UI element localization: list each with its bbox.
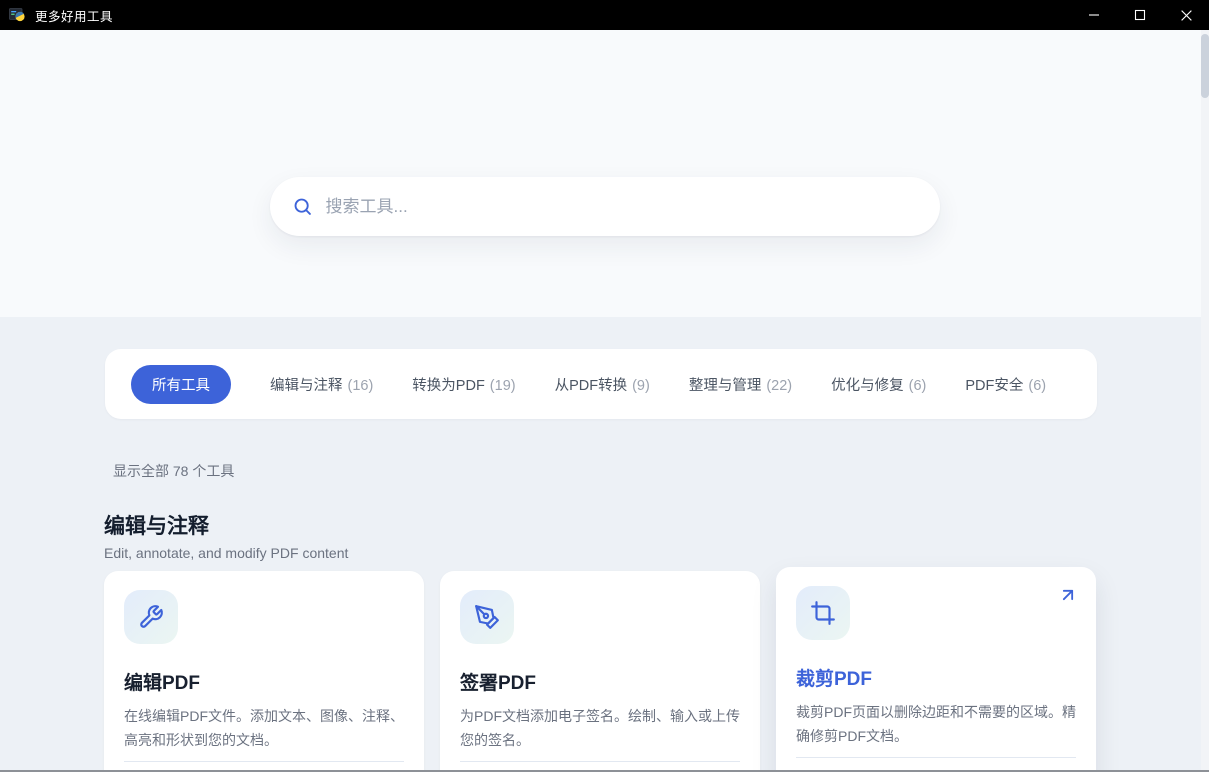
maximize-button[interactable]	[1117, 0, 1163, 30]
close-button[interactable]	[1163, 0, 1209, 30]
tab-count: (19)	[489, 377, 516, 394]
tab-count: (6)	[1028, 377, 1047, 394]
tab-label: PDF安全	[965, 377, 1024, 394]
window-title: 更多好用工具	[35, 9, 114, 24]
tool-card-title: 裁剪PDF	[796, 669, 873, 690]
tab-count: (9)	[632, 377, 650, 394]
tab-count: (22)	[766, 377, 793, 394]
tab-edit-annotate[interactable]: 编辑与注释 (16)	[270, 374, 373, 395]
tab-convert-to-pdf[interactable]: 转换为PDF (19)	[412, 374, 515, 395]
wrench-icon	[124, 590, 178, 644]
tool-card-title: 编辑PDF	[124, 673, 201, 694]
tab-organize-manage[interactable]: 整理与管理 (22)	[689, 374, 792, 395]
results-summary: 显示全部 78 个工具	[113, 463, 235, 479]
tab-count: (16)	[347, 377, 374, 394]
app-python-icon	[9, 7, 26, 23]
minimize-icon	[1089, 14, 1099, 16]
card-divider	[460, 761, 740, 762]
close-icon	[1180, 9, 1192, 21]
tool-card-title: 签署PDF	[460, 673, 537, 694]
tool-card-description: 为PDF文档添加电子签名。绘制、输入或上传您的签名。	[460, 708, 740, 748]
tool-card-edit-pdf[interactable]: 编辑PDF 在线编辑PDF文件。添加文本、图像、注释、高亮和形状到您的文档。	[104, 571, 424, 772]
titlebar: 更多好用工具	[0, 0, 1209, 30]
tab-optimize-repair[interactable]: 优化与修复 (6)	[831, 374, 926, 395]
arrow-up-right-icon	[1058, 585, 1078, 610]
tool-card-description: 在线编辑PDF文件。添加文本、图像、注释、高亮和形状到您的文档。	[124, 708, 404, 748]
scrollbar-thumb[interactable]	[1201, 34, 1209, 98]
tool-card-crop-pdf[interactable]: 裁剪PDF 裁剪PDF页面以删除边距和不需要的区域。精确修剪PDF文档。	[776, 567, 1096, 772]
maximize-icon	[1134, 9, 1146, 21]
tools-grid: 编辑PDF 在线编辑PDF文件。添加文本、图像、注释、高亮和形状到您的文档。 签…	[104, 567, 1209, 772]
hero-section	[0, 30, 1209, 317]
tab-convert-from-pdf[interactable]: 从PDF转换 (9)	[555, 374, 650, 395]
tools-section: 所有工具 编辑与注释 (16) 转换为PDF (19) 从PDF转换 (9) 整理与管…	[0, 317, 1209, 772]
tab-label: 从PDF转换	[554, 377, 628, 394]
tool-card-description: 裁剪PDF页面以删除边距和不需要的区域。精确修剪PDF文档。	[796, 704, 1076, 744]
minimize-button[interactable]	[1071, 0, 1117, 30]
section-title: 编辑与注释	[104, 515, 209, 538]
crop-icon	[796, 586, 850, 640]
search-bar[interactable]	[269, 177, 940, 236]
scrollbar-track[interactable]	[1201, 30, 1209, 770]
window-controls	[1071, 0, 1209, 30]
card-divider	[796, 757, 1076, 758]
section-subtitle: Edit, annotate, and modify PDF content	[104, 545, 349, 561]
tab-pdf-security[interactable]: PDF安全 (6)	[965, 374, 1046, 395]
tab-all-tools[interactable]: 所有工具	[131, 364, 231, 404]
search-icon	[292, 196, 313, 217]
category-tabbar: 所有工具 编辑与注释 (16) 转换为PDF (19) 从PDF转换 (9) 整理与管…	[105, 349, 1097, 419]
card-divider	[124, 761, 404, 762]
search-input[interactable]	[325, 196, 918, 217]
pen-nib-icon	[460, 590, 514, 644]
tool-card-sign-pdf[interactable]: 签署PDF 为PDF文档添加电子签名。绘制、输入或上传您的签名。	[440, 571, 760, 772]
tab-count: (6)	[908, 377, 927, 394]
tab-label: 编辑与注释	[270, 377, 343, 394]
tab-label: 转换为PDF	[412, 377, 485, 394]
tab-label: 优化与修复	[831, 377, 904, 394]
tab-label: 整理与管理	[688, 377, 762, 394]
tab-label: 所有工具	[152, 377, 210, 394]
